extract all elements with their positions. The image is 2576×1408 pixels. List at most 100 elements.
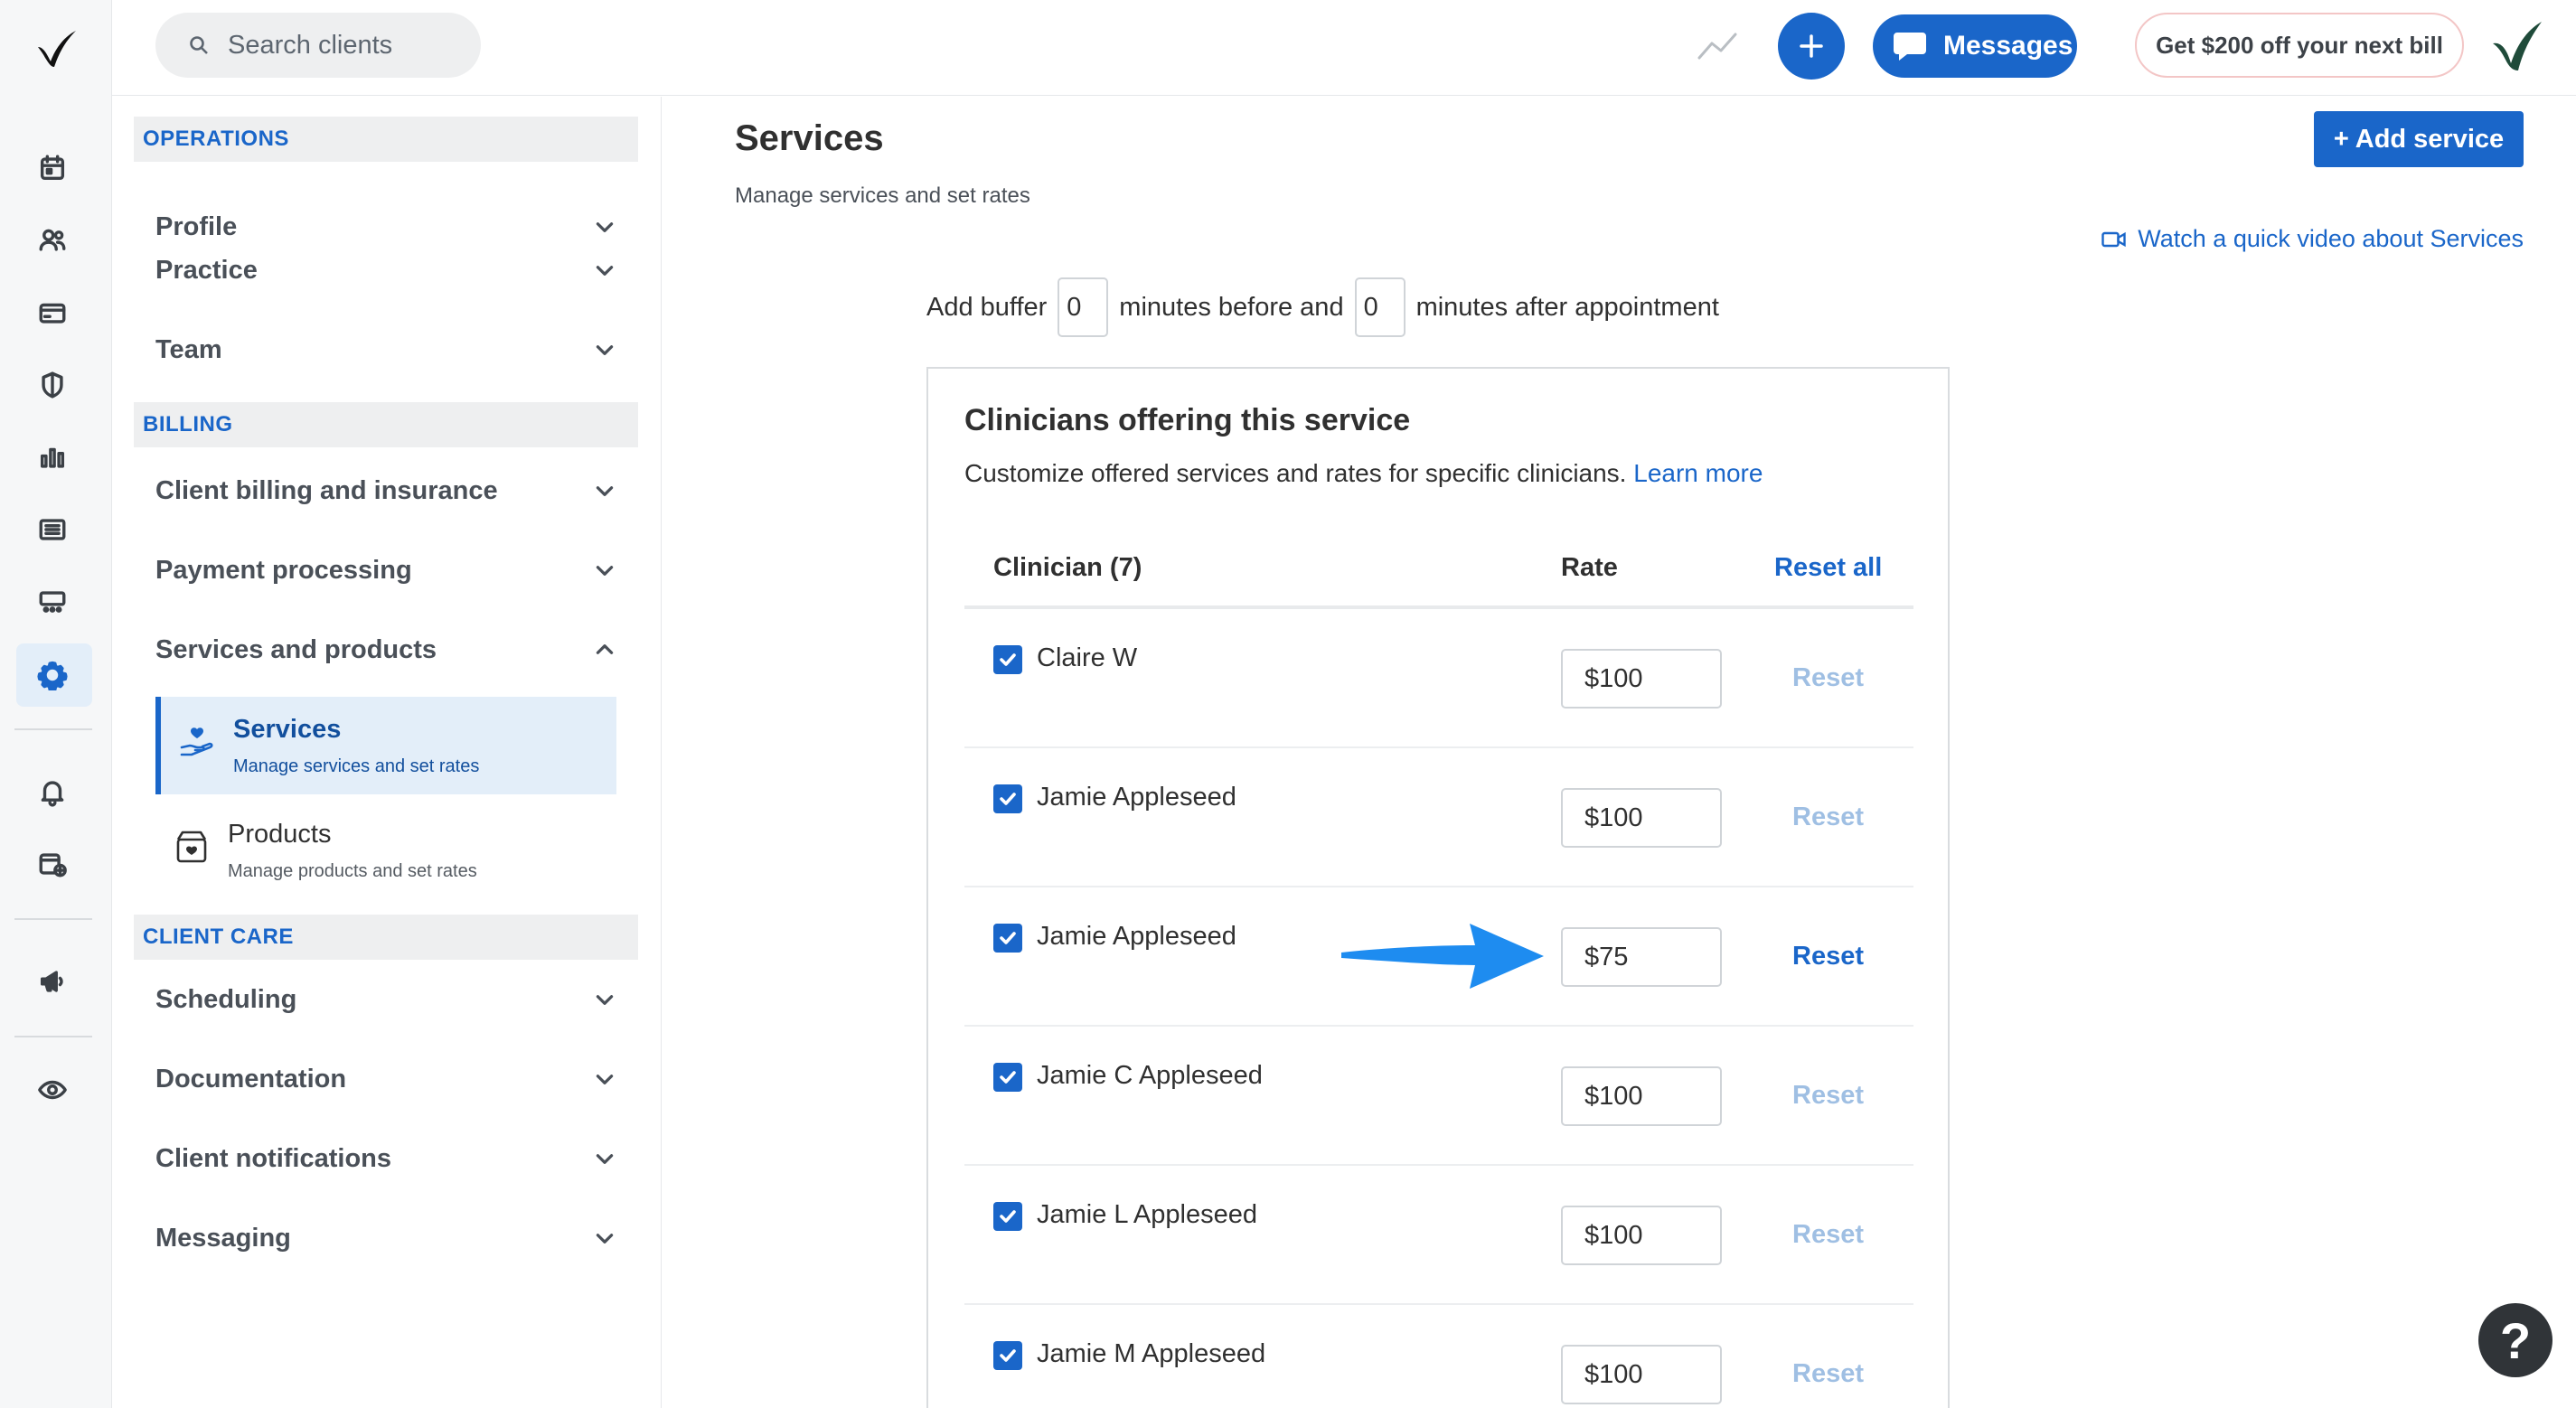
watch-video-label: Watch a quick video about Services <box>2138 225 2524 252</box>
clinician-checkbox[interactable] <box>993 1341 1022 1370</box>
nav-item-client-billing[interactable]: Client billing and insurance <box>155 464 625 518</box>
nav-subitem-services[interactable]: Services Manage services and set rates <box>155 697 616 794</box>
billing-card-icon[interactable] <box>34 295 71 331</box>
clinician-checkbox[interactable] <box>993 645 1022 674</box>
page-title: Services <box>735 118 884 158</box>
calendar-icon[interactable] <box>34 150 71 186</box>
subitem-desc: Manage products and set rates <box>228 861 477 881</box>
create-new-button[interactable] <box>1778 13 1845 80</box>
nav-item-team[interactable]: Team <box>155 323 625 377</box>
analytics-icon[interactable] <box>34 439 71 475</box>
reset-rate-button[interactable]: Reset <box>1792 1220 1864 1250</box>
clinician-checkbox[interactable] <box>993 1063 1022 1092</box>
nav-item-scheduling[interactable]: Scheduling <box>155 972 625 1027</box>
services-hand-heart-icon <box>180 727 213 756</box>
view-eye-icon[interactable] <box>34 1072 71 1108</box>
search-input[interactable] <box>228 30 454 61</box>
rate-input[interactable]: $100 <box>1561 649 1722 709</box>
account-avatar[interactable] <box>2489 18 2545 74</box>
section-header-client-care: CLIENT CARE <box>134 915 638 960</box>
video-camera-icon <box>2101 231 2126 247</box>
section-header-billing: BILLING <box>134 402 638 447</box>
buffer-suffix: minutes after appointment <box>1415 292 1719 322</box>
annotation-arrow-icon <box>1341 924 1544 989</box>
nav-item-label: Practice <box>155 255 258 285</box>
page-subtitle: Manage services and set rates <box>735 183 1030 208</box>
settings-gear-icon[interactable] <box>34 657 71 693</box>
subitem-desc: Manage services and set rates <box>233 756 480 776</box>
reset-rate-button[interactable]: Reset <box>1792 803 1864 832</box>
main-content: Services Manage services and set rates +… <box>663 97 2576 1408</box>
rate-input[interactable]: $75 <box>1561 927 1722 987</box>
checkmark-icon <box>1000 1210 1016 1223</box>
rate-input[interactable]: $100 <box>1561 1206 1722 1265</box>
top-bar: Messages Get $200 off your next bill <box>112 0 2576 96</box>
checkmark-icon <box>1000 653 1016 666</box>
table-row: Jamie Appleseed $100 Reset <box>964 748 1913 887</box>
clinician-checkbox[interactable] <box>993 1202 1022 1231</box>
checkmark-icon <box>1000 1071 1016 1084</box>
chevron-down-icon <box>596 266 614 276</box>
nav-item-label: Profile <box>155 211 238 241</box>
checkmark-icon <box>1000 932 1016 944</box>
table-header: Clinician (7) Rate Reset all <box>964 528 1913 609</box>
nav-item-documentation[interactable]: Documentation <box>155 1052 625 1106</box>
help-button[interactable]: ? <box>2478 1303 2552 1377</box>
table-row: Jamie C Appleseed $100 Reset <box>964 1027 1913 1166</box>
promo-referral-button[interactable]: Get $200 off your next bill <box>2135 13 2464 78</box>
notifications-bell-icon[interactable] <box>34 774 71 810</box>
plus-icon <box>1800 34 1823 58</box>
nav-item-practice[interactable]: Practice <box>155 243 625 297</box>
nav-item-messaging[interactable]: Messaging <box>155 1211 625 1265</box>
chevron-down-icon <box>596 222 614 232</box>
add-service-button[interactable]: + Add service <box>2314 111 2524 167</box>
buffer-middle: minutes before and <box>1119 292 1344 322</box>
watch-video-link[interactable]: Watch a quick video about Services <box>2101 225 2524 253</box>
reset-rate-button[interactable]: Reset <box>1792 942 1864 972</box>
activity-list-icon[interactable] <box>34 512 71 548</box>
messages-label: Messages <box>1943 31 2073 61</box>
messages-button[interactable]: Messages <box>1873 14 2077 78</box>
nav-subitem-products[interactable]: Products Manage products and set rates <box>155 802 616 899</box>
marketing-megaphone-icon[interactable] <box>34 963 71 1000</box>
trend-icon[interactable] <box>1696 27 1739 63</box>
nav-item-client-notifications[interactable]: Client notifications <box>155 1131 625 1186</box>
reset-rate-button[interactable]: Reset <box>1792 1359 1864 1389</box>
table-row: Claire W $100 Reset <box>964 609 1913 748</box>
search-bar[interactable] <box>155 13 481 78</box>
nav-item-label: Client billing and insurance <box>155 475 498 505</box>
checkmark-icon <box>1000 1349 1016 1362</box>
chevron-down-icon <box>596 995 614 1005</box>
nav-item-services-and-products[interactable]: Services and products <box>155 623 625 677</box>
clinician-checkbox[interactable] <box>993 924 1022 953</box>
chevron-down-icon <box>596 566 614 576</box>
chevron-down-icon <box>596 1234 614 1244</box>
subitem-title: Services <box>233 715 342 744</box>
reset-rate-button[interactable]: Reset <box>1792 1081 1864 1111</box>
subitem-title: Products <box>228 820 332 849</box>
nav-item-payment-processing[interactable]: Payment processing <box>155 543 625 597</box>
nav-item-label: Scheduling <box>155 984 297 1014</box>
table-row: Jamie L Appleseed $100 Reset <box>964 1166 1913 1305</box>
clients-icon[interactable] <box>34 222 71 258</box>
learn-more-link[interactable]: Learn more <box>1633 459 1763 487</box>
buffer-prefix: Add buffer <box>926 292 1048 322</box>
clinician-checkbox[interactable] <box>993 784 1022 813</box>
marketplace-icon[interactable] <box>34 584 71 620</box>
rate-input[interactable]: $100 <box>1561 1345 1722 1404</box>
nav-item-label: Messaging <box>155 1223 291 1253</box>
clinician-name: Claire W <box>1037 643 1138 672</box>
reset-rate-button[interactable]: Reset <box>1792 663 1864 693</box>
rate-input[interactable]: $100 <box>1561 1066 1722 1126</box>
app-logo-icon[interactable] <box>33 27 80 70</box>
nav-item-label: Team <box>155 334 222 364</box>
clinician-name: Jamie L Appleseed <box>1037 1200 1257 1229</box>
buffer-before-input[interactable]: 0 <box>1058 277 1109 337</box>
nav-item-label: Payment processing <box>155 555 412 585</box>
insurance-shield-icon[interactable] <box>34 367 71 403</box>
buffer-after-input[interactable]: 0 <box>1354 277 1406 337</box>
reset-all-button[interactable]: Reset all <box>1774 553 1882 583</box>
requests-calendar-icon[interactable] <box>34 846 71 882</box>
chevron-up-icon <box>596 644 614 654</box>
rate-input[interactable]: $100 <box>1561 788 1722 848</box>
